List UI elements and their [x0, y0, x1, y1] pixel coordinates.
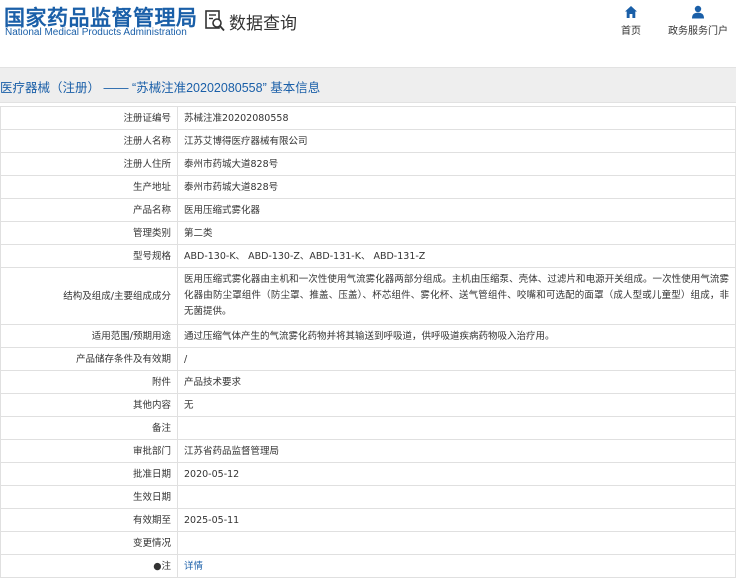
- data-query-heading: 数据查询: [205, 9, 297, 34]
- field-value: 泰州市药城大道828号: [177, 175, 736, 199]
- field-label: 生效日期: [0, 485, 178, 509]
- details-cell: 详情: [177, 554, 736, 578]
- field-label: 管理类别: [0, 221, 178, 245]
- field-label: 型号规格: [0, 244, 178, 268]
- field-value: 2020-05-12: [177, 462, 736, 486]
- table-row: 批准日期 2020-05-12: [0, 462, 736, 486]
- field-value: 2025-05-11: [177, 508, 736, 532]
- table-row: 适用范围/预期用途 通过压缩气体产生的气流雾化药物并将其输送到呼吸道，供呼吸道疾…: [0, 324, 736, 348]
- field-label: 批准日期: [0, 462, 178, 486]
- table-row: 管理类别 第二类: [0, 221, 736, 245]
- field-label: 有效期至: [0, 508, 178, 532]
- field-label: 附件: [0, 370, 178, 394]
- field-label: 结构及组成/主要组成成分: [0, 267, 178, 325]
- field-label: 注册人名称: [0, 129, 178, 153]
- field-value: 医用压缩式雾化器: [177, 198, 736, 222]
- field-label: 变更情况: [0, 531, 178, 555]
- document-search-icon: [205, 10, 225, 32]
- table-row: 产品名称 医用压缩式雾化器: [0, 198, 736, 222]
- nav-home[interactable]: 首页: [617, 5, 645, 37]
- table-row: 注册证编号 苏械注准20202080558: [0, 106, 736, 130]
- table-row: 审批部门 江苏省药品监督管理局: [0, 439, 736, 463]
- record-title-bar: 医疗器械（注册） —— “苏械注准20202080558” 基本信息: [0, 67, 736, 103]
- field-value: [177, 485, 736, 509]
- site-header: 国家药品监督管理局 National Medical Products Admi…: [0, 0, 736, 46]
- field-label: 注册人住所: [0, 152, 178, 176]
- field-value: ABD-130-K、 ABD-130-Z、ABD-131-K、 ABD-131-…: [177, 244, 736, 268]
- field-label: 产品储存条件及有效期: [0, 347, 178, 371]
- table-row: 注册人住所 泰州市药城大道828号: [0, 152, 736, 176]
- field-value: 无: [177, 393, 736, 417]
- field-value: 第二类: [177, 221, 736, 245]
- site-logo-subtitle: National Medical Products Administration: [5, 27, 187, 38]
- field-value: [177, 531, 736, 555]
- field-value: /: [177, 347, 736, 371]
- record-title: 医疗器械（注册） —— “苏械注准20202080558” 基本信息: [0, 81, 321, 95]
- table-row: ●注 详情: [0, 554, 736, 578]
- details-link[interactable]: 详情: [184, 561, 203, 572]
- record-detail-table: 注册证编号 苏械注准20202080558 注册人名称 江苏艾博得医疗器械有限公…: [0, 106, 736, 578]
- table-row: 备注: [0, 416, 736, 440]
- table-row: 附件 产品技术要求: [0, 370, 736, 394]
- table-row: 变更情况: [0, 531, 736, 555]
- field-value: 泰州市药城大道828号: [177, 152, 736, 176]
- field-value: [177, 416, 736, 440]
- nav-service-portal-label: 政务服务门户: [668, 26, 728, 37]
- field-value: 产品技术要求: [177, 370, 736, 394]
- nav-home-label: 首页: [621, 26, 641, 37]
- field-label: 产品名称: [0, 198, 178, 222]
- table-row: 注册人名称 江苏艾博得医疗器械有限公司: [0, 129, 736, 153]
- field-value: 江苏艾博得医疗器械有限公司: [177, 129, 736, 153]
- home-icon: [625, 6, 637, 18]
- field-label: ●注: [0, 554, 178, 578]
- table-row: 产品储存条件及有效期 /: [0, 347, 736, 371]
- field-label: 注册证编号: [0, 106, 178, 130]
- field-label: 审批部门: [0, 439, 178, 463]
- nav-service-portal[interactable]: 政务服务门户: [668, 5, 728, 37]
- table-row: 其他内容 无: [0, 393, 736, 417]
- table-row: 型号规格 ABD-130-K、 ABD-130-Z、ABD-131-K、 ABD…: [0, 244, 736, 268]
- field-label: 备注: [0, 416, 178, 440]
- field-value: 苏械注准20202080558: [177, 106, 736, 130]
- field-value: 通过压缩气体产生的气流雾化药物并将其输送到呼吸道，供呼吸道疾病药物吸入治疗用。: [177, 324, 736, 348]
- field-label: 其他内容: [0, 393, 178, 417]
- field-label: 生产地址: [0, 175, 178, 199]
- table-row: 有效期至 2025-05-11: [0, 508, 736, 532]
- user-icon: [692, 5, 704, 19]
- table-row: 生产地址 泰州市药城大道828号: [0, 175, 736, 199]
- table-row: 结构及组成/主要组成成分 医用压缩式雾化器由主机和一次性使用气流雾化器两部分组成…: [0, 267, 736, 325]
- field-value: 医用压缩式雾化器由主机和一次性使用气流雾化器两部分组成。主机由压缩泵、壳体、过滤…: [177, 267, 736, 325]
- data-query-label: 数据查询: [229, 13, 297, 34]
- table-row: 生效日期: [0, 485, 736, 509]
- field-value: 江苏省药品监督管理局: [177, 439, 736, 463]
- field-label: 适用范围/预期用途: [0, 324, 178, 348]
